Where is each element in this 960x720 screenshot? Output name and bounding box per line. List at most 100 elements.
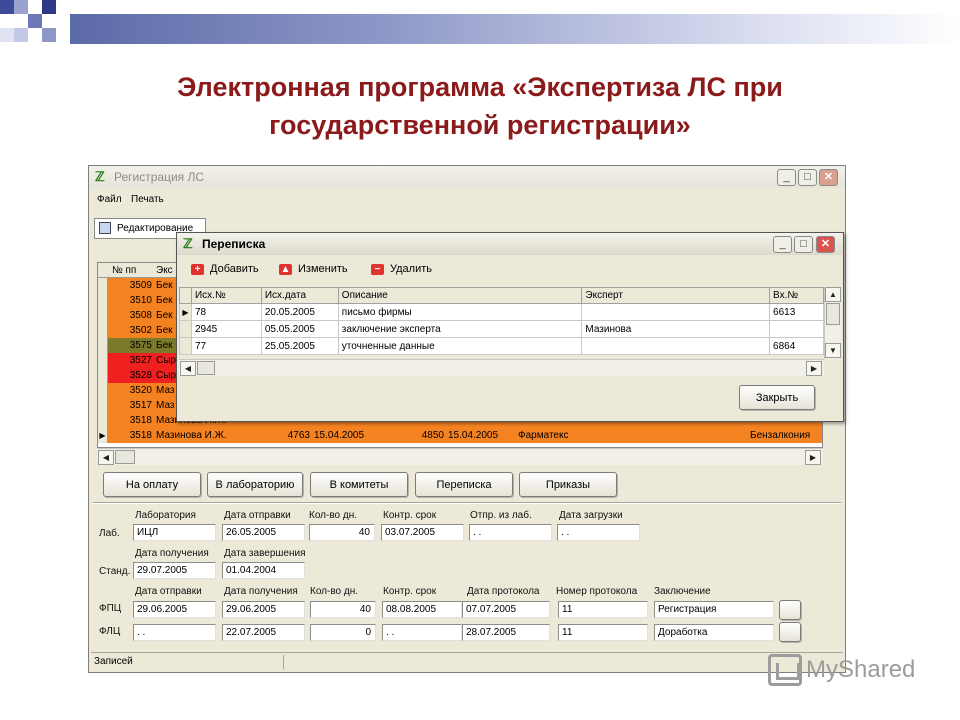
- close-button[interactable]: ✕: [819, 169, 838, 186]
- cell[interactable]: письмо фирмы: [337, 303, 583, 321]
- cell[interactable]: Мазинова: [581, 320, 771, 338]
- status-divider: [283, 655, 284, 669]
- scroll-right-arrow[interactable]: ▶: [805, 450, 821, 465]
- cell[interactable]: 20.05.2005: [260, 303, 339, 321]
- scroll-thumb[interactable]: [826, 303, 840, 325]
- stand-received-field[interactable]: 29.07.2005: [133, 562, 216, 579]
- grid-cell[interactable]: 3520: [112, 383, 152, 398]
- cell[interactable]: 78: [190, 303, 262, 321]
- close-dialog-button[interactable]: Закрыть: [739, 385, 815, 410]
- popup-maximize-button[interactable]: □: [794, 236, 813, 253]
- popup-vscrollbar[interactable]: ▲ ▼: [824, 287, 841, 359]
- fpc-term-field[interactable]: 08.08.2005: [382, 601, 462, 618]
- grid-cell[interactable]: 3508: [112, 308, 152, 323]
- minus-icon: −: [371, 263, 384, 275]
- grid-cell[interactable]: Мазинова И.Ж.: [156, 428, 256, 443]
- cell[interactable]: уточненные данные: [337, 337, 583, 355]
- to-laboratory-button[interactable]: В лабораторию: [207, 472, 303, 497]
- cell[interactable]: 25.05.2005: [260, 337, 339, 355]
- to-payment-button[interactable]: На оплату: [103, 472, 201, 497]
- menu-print[interactable]: Печать: [131, 194, 164, 205]
- slide-title: Электронная программа «Экспертиза ЛС при…: [0, 68, 960, 144]
- fpc-received-field[interactable]: 29.06.2005: [222, 601, 305, 618]
- grid-cell[interactable]: 3528: [112, 368, 152, 383]
- minimize-button[interactable]: _: [777, 169, 796, 186]
- cell[interactable]: 6613: [769, 303, 824, 321]
- popup-close-button[interactable]: ✕: [816, 236, 835, 253]
- grid-cell[interactable]: 4763: [258, 428, 310, 443]
- stand-completed-field[interactable]: 01.04.2004: [222, 562, 305, 579]
- grid-cell[interactable]: 3518: [112, 428, 152, 443]
- scroll-thumb[interactable]: [115, 450, 135, 464]
- popup-minimize-button[interactable]: _: [773, 236, 792, 253]
- correspondence-button[interactable]: Переписка: [415, 472, 513, 497]
- add-button[interactable]: + Добавить: [191, 263, 259, 275]
- grid-row[interactable]: ▶ 3518 Мазинова И.Ж. 4763 15.04.2005 4850 15.0…: [98, 428, 822, 443]
- cell[interactable]: заключение эксперта: [337, 320, 583, 338]
- cell[interactable]: [581, 303, 771, 321]
- side-button[interactable]: [779, 600, 801, 620]
- cell[interactable]: 2945: [190, 320, 262, 338]
- scroll-left-arrow[interactable]: ◀: [98, 450, 114, 465]
- side-button[interactable]: [779, 622, 801, 642]
- row-indicator: [179, 320, 192, 338]
- decor-square: [28, 14, 42, 28]
- col-out-date: Исх.дата: [260, 287, 339, 304]
- flc-protocol-date-field[interactable]: 28.07.2005: [462, 624, 550, 641]
- scroll-thumb[interactable]: [197, 361, 215, 375]
- flc-sent-field[interactable]: . .: [133, 624, 216, 641]
- cell[interactable]: [581, 337, 771, 355]
- lab-name-field[interactable]: ИЦЛ: [133, 524, 216, 541]
- delete-button[interactable]: − Удалить: [371, 263, 432, 275]
- grid-cell[interactable]: 4850: [388, 428, 444, 443]
- flc-days-field[interactable]: 0: [310, 624, 376, 641]
- grid-cell[interactable]: 15.04.2005: [448, 428, 514, 443]
- lab-header-lab: Лаборатория: [135, 510, 196, 521]
- fpc-protocol-date-field[interactable]: 07.07.2005: [462, 601, 550, 618]
- menu-file[interactable]: Файл: [97, 194, 122, 205]
- lab-term-field[interactable]: 03.07.2005: [381, 524, 464, 541]
- cell[interactable]: 77: [190, 337, 262, 355]
- grid-cell[interactable]: 3527: [112, 353, 152, 368]
- flc-conclusion-field[interactable]: Доработка: [654, 624, 774, 641]
- edit-button[interactable]: ▲ Изменить: [279, 263, 348, 275]
- flc-protocol-num-field[interactable]: 11: [558, 624, 648, 641]
- lab-days-field[interactable]: 40: [309, 524, 375, 541]
- scroll-down-arrow[interactable]: ▼: [825, 343, 841, 358]
- delete-label: Удалить: [390, 263, 432, 275]
- fpc-sent-field[interactable]: 29.06.2005: [133, 601, 216, 618]
- flc-received-field[interactable]: 22.07.2005: [222, 624, 305, 641]
- fpc-protocol-num-field[interactable]: 11: [558, 601, 648, 618]
- grid-hscrollbar[interactable]: ◀ ▶: [97, 448, 823, 465]
- scroll-left-arrow[interactable]: ◀: [180, 361, 196, 376]
- to-committees-button[interactable]: В комитеты: [310, 472, 408, 497]
- maximize-button[interactable]: □: [798, 169, 817, 186]
- table-row[interactable]: ▶ 78 20.05.2005 письмо фирмы 6613: [179, 303, 824, 321]
- grid-cell[interactable]: 3518: [112, 413, 152, 428]
- grid-cell[interactable]: Бензалкония: [750, 428, 822, 443]
- table-row[interactable]: 2945 05.05.2005 заключение эксперта Мази…: [179, 320, 824, 338]
- fpc-days-field[interactable]: 40: [310, 601, 376, 618]
- scroll-right-arrow[interactable]: ▶: [806, 361, 822, 376]
- grid-cell[interactable]: Фарматекс: [518, 428, 638, 443]
- grid-cell[interactable]: 15.04.2005: [314, 428, 384, 443]
- scroll-up-arrow[interactable]: ▲: [825, 287, 841, 302]
- row-indicator: [98, 308, 108, 323]
- grid-cell[interactable]: 3575: [112, 338, 152, 353]
- lab-out-field[interactable]: . .: [469, 524, 552, 541]
- lab-load-field[interactable]: . .: [557, 524, 640, 541]
- cell[interactable]: [769, 320, 824, 338]
- popup-hscrollbar[interactable]: ◀ ▶: [179, 359, 824, 376]
- cell[interactable]: 05.05.2005: [260, 320, 339, 338]
- flc-term-field[interactable]: . .: [382, 624, 462, 641]
- cell[interactable]: 6864: [769, 337, 824, 355]
- orders-button[interactable]: Приказы: [519, 472, 617, 497]
- grid-cell[interactable]: 3510: [112, 293, 152, 308]
- fpc-conclusion-field[interactable]: Регистрация: [654, 601, 774, 618]
- table-row[interactable]: 77 25.05.2005 уточненные данные 6864: [179, 337, 824, 355]
- status-records: Записей: [94, 656, 133, 667]
- grid-cell[interactable]: 3502: [112, 323, 152, 338]
- lab-sent-date-field[interactable]: 26.05.2005: [222, 524, 305, 541]
- grid-cell[interactable]: 3517: [112, 398, 152, 413]
- grid-cell[interactable]: 3509: [112, 278, 152, 293]
